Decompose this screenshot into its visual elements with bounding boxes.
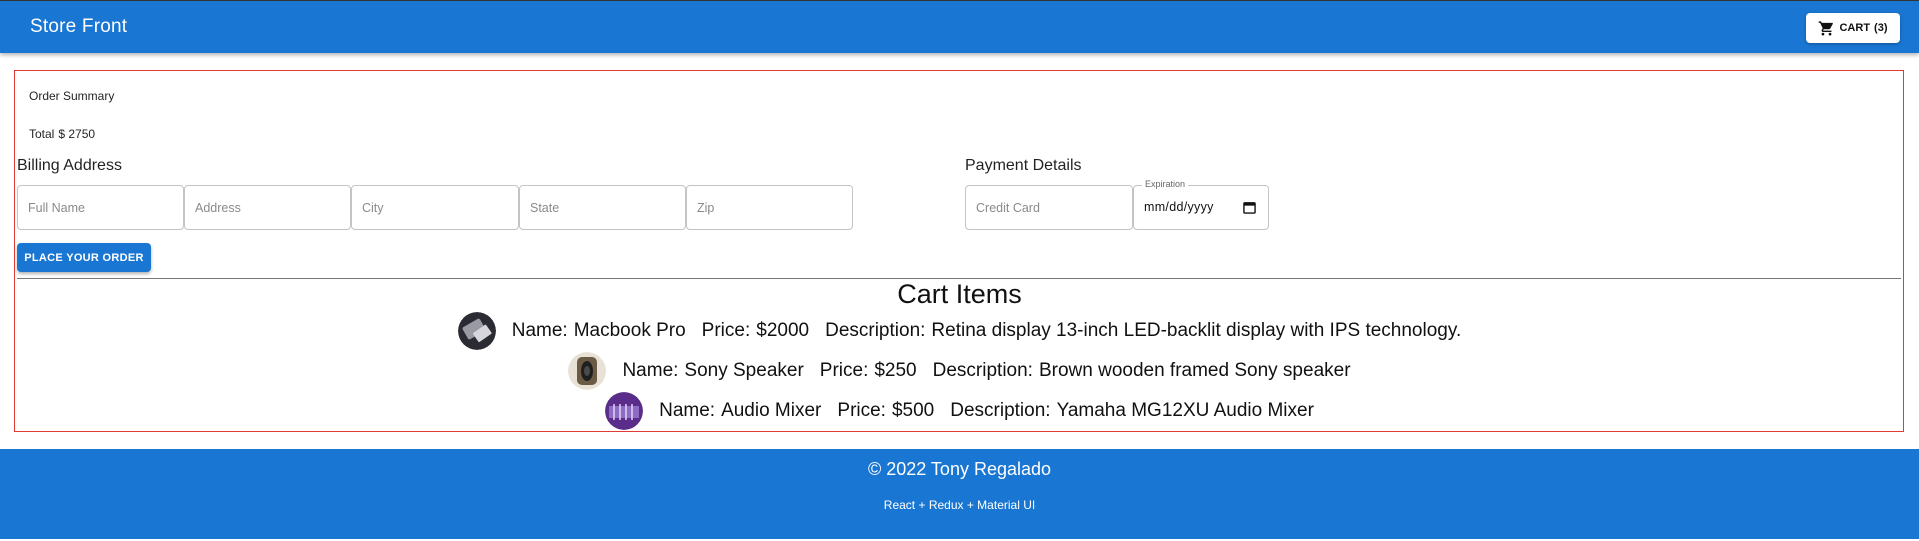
- item-name: Macbook Pro: [573, 320, 686, 341]
- full-name-field[interactable]: [17, 185, 184, 230]
- state-input[interactable]: [520, 186, 685, 229]
- credit-card-input[interactable]: [966, 186, 1132, 229]
- item-name: Sony Speaker: [684, 360, 804, 381]
- cart-count: (3): [1874, 22, 1888, 34]
- item-description-label: Description:: [932, 360, 1033, 381]
- billing-address-title: Billing Address: [17, 157, 122, 174]
- footer-tech-stack: React + Redux + Material UI: [883, 498, 1036, 512]
- cart-item: Name: Audio Mixer Price: $500 Description:…: [0, 391, 1919, 431]
- item-description: Brown wooden framed Sony speaker: [1038, 360, 1351, 381]
- shopping-cart-icon: [1819, 20, 1834, 36]
- cart-button[interactable]: CART (3): [1806, 13, 1900, 43]
- total-value: $ 2750: [58, 127, 96, 141]
- order-summary-title: Order Summary: [29, 89, 115, 103]
- cart-item: Name: Macbook Pro Price: $2000 Description…: [0, 311, 1919, 351]
- order-total: Total $ 2750: [29, 127, 95, 141]
- item-description-label: Description:: [950, 400, 1051, 421]
- product-thumbnail: [457, 312, 496, 350]
- item-price-label: Price:: [837, 400, 886, 421]
- full-name-input[interactable]: [18, 186, 183, 229]
- address-field[interactable]: [184, 185, 351, 230]
- credit-card-field[interactable]: [965, 185, 1133, 230]
- cart-button-label: CART: [1839, 22, 1871, 34]
- item-price: $2000: [756, 320, 810, 341]
- zip-field[interactable]: [686, 185, 853, 230]
- item-price: $500: [891, 400, 935, 421]
- app-bar: Store Front CART (3): [0, 0, 1919, 53]
- item-description: Retina display 13-inch LED-backlit displ…: [931, 320, 1462, 341]
- footer: © 2022 Tony Regalado React + Redux + Mat…: [0, 449, 1919, 539]
- expiration-date-display[interactable]: mm/dd/yyyy: [1144, 200, 1214, 214]
- expiration-field[interactable]: Expiration mm/dd/yyyy: [1133, 179, 1269, 230]
- product-thumbnail: [605, 392, 644, 430]
- item-price: $250: [874, 360, 917, 381]
- payment-details-title: Payment Details: [965, 157, 1082, 174]
- item-name-label: Name:: [622, 360, 679, 381]
- item-name: Audio Mixer: [721, 400, 822, 421]
- expiration-label: Expiration: [1142, 179, 1189, 189]
- address-input[interactable]: [185, 186, 350, 229]
- cart-item: Name: Sony Speaker Price: $250 Description…: [0, 351, 1919, 391]
- product-thumbnail: [568, 352, 607, 390]
- item-description-label: Description:: [825, 320, 926, 341]
- brand-title[interactable]: Store Front: [30, 16, 127, 38]
- state-field[interactable]: [519, 185, 686, 230]
- item-price-label: Price:: [701, 320, 751, 341]
- zip-input[interactable]: [687, 186, 852, 229]
- footer-copyright: © 2022 Tony Regalado: [867, 459, 1052, 479]
- item-name-label: Name:: [511, 320, 568, 341]
- place-order-button[interactable]: PLACE YOUR ORDER: [17, 243, 151, 272]
- item-description: Yamaha MG12XU Audio Mixer: [1056, 400, 1314, 421]
- calendar-icon[interactable]: [1243, 201, 1256, 214]
- city-input[interactable]: [352, 186, 518, 229]
- cart-items-title: Cart Items: [897, 279, 1022, 309]
- item-name-label: Name:: [659, 400, 716, 421]
- city-field[interactable]: [351, 185, 519, 230]
- item-price-label: Price:: [819, 360, 869, 381]
- total-label: Total: [29, 127, 55, 141]
